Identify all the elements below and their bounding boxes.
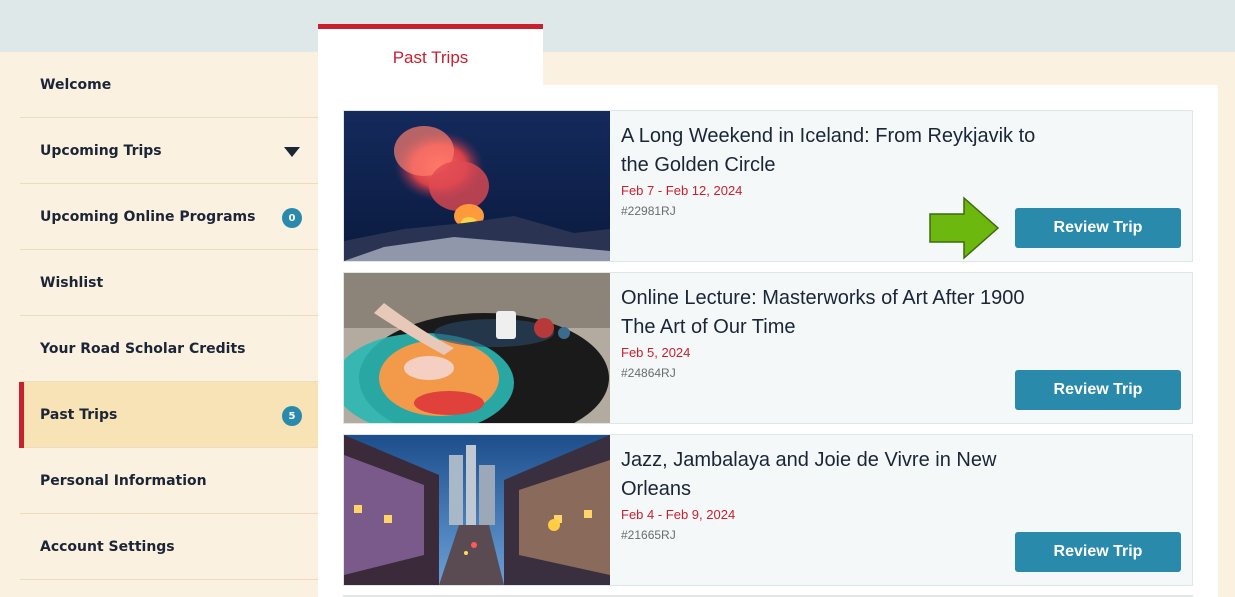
trip-dates: Feb 7 - Feb 12, 2024 <box>621 183 743 198</box>
sidebar-item-welcome[interactable]: Welcome <box>20 52 318 118</box>
sidebar-item-label: Personal Information <box>40 472 207 489</box>
trip-code: #24864RJ <box>621 366 676 380</box>
sidebar-item-upcoming-trips[interactable]: Upcoming Trips <box>20 118 318 184</box>
trip-title[interactable]: Jazz, Jambalaya and Joie de Vivre in New… <box>621 446 1041 504</box>
trip-card: Jazz, Jambalaya and Joie de Vivre in New… <box>343 434 1193 586</box>
trip-code: #22981RJ <box>621 204 676 218</box>
account-sidebar: Welcome Upcoming Trips Upcoming Online P… <box>19 52 318 580</box>
sidebar-item-label: Upcoming Online Programs <box>40 208 256 225</box>
trip-dates: Feb 5, 2024 <box>621 345 691 360</box>
trip-image-painting[interactable] <box>344 273 610 423</box>
trip-code: #21665RJ <box>621 528 676 542</box>
sidebar-item-account-settings[interactable]: Account Settings <box>20 514 318 580</box>
tab-past-trips[interactable]: Past Trips <box>318 24 543 86</box>
trip-card: Online Lecture: Masterworks of Art After… <box>343 272 1193 424</box>
trip-image-new-orleans[interactable] <box>344 435 610 585</box>
count-badge: 0 <box>282 208 302 228</box>
sidebar-item-label: Wishlist <box>40 274 104 291</box>
sidebar-item-label: Upcoming Trips <box>40 142 162 159</box>
trip-title[interactable]: Online Lecture: Masterworks of Art After… <box>621 284 1041 342</box>
trip-title[interactable]: A Long Weekend in Iceland: From Reykjavi… <box>621 122 1041 180</box>
sidebar-item-credits[interactable]: Your Road Scholar Credits <box>20 316 318 382</box>
sidebar-item-upcoming-online-programs[interactable]: Upcoming Online Programs 0 <box>20 184 318 250</box>
review-trip-button[interactable]: Review Trip <box>1015 532 1181 572</box>
sidebar-item-personal-information[interactable]: Personal Information <box>20 448 318 514</box>
review-trip-button[interactable]: Review Trip <box>1015 370 1181 410</box>
review-trip-button[interactable]: Review Trip <box>1015 208 1181 248</box>
sidebar-item-wishlist[interactable]: Wishlist <box>20 250 318 316</box>
caret-down-icon[interactable] <box>284 147 300 157</box>
trip-image-volcano[interactable] <box>344 111 610 261</box>
sidebar-item-label: Your Road Scholar Credits <box>40 340 246 357</box>
sidebar-item-label: Account Settings <box>40 538 175 555</box>
green-arrow-icon <box>929 196 1000 260</box>
trip-card: A Long Weekend in Iceland: From Reykjavi… <box>343 110 1193 262</box>
sidebar-item-past-trips[interactable]: Past Trips 5 <box>19 382 318 448</box>
top-header-band <box>0 0 1235 52</box>
count-badge: 5 <box>282 406 302 426</box>
trip-dates: Feb 4 - Feb 9, 2024 <box>621 507 736 522</box>
sidebar-item-label: Welcome <box>40 76 112 93</box>
sidebar-item-label: Past Trips <box>40 406 118 423</box>
